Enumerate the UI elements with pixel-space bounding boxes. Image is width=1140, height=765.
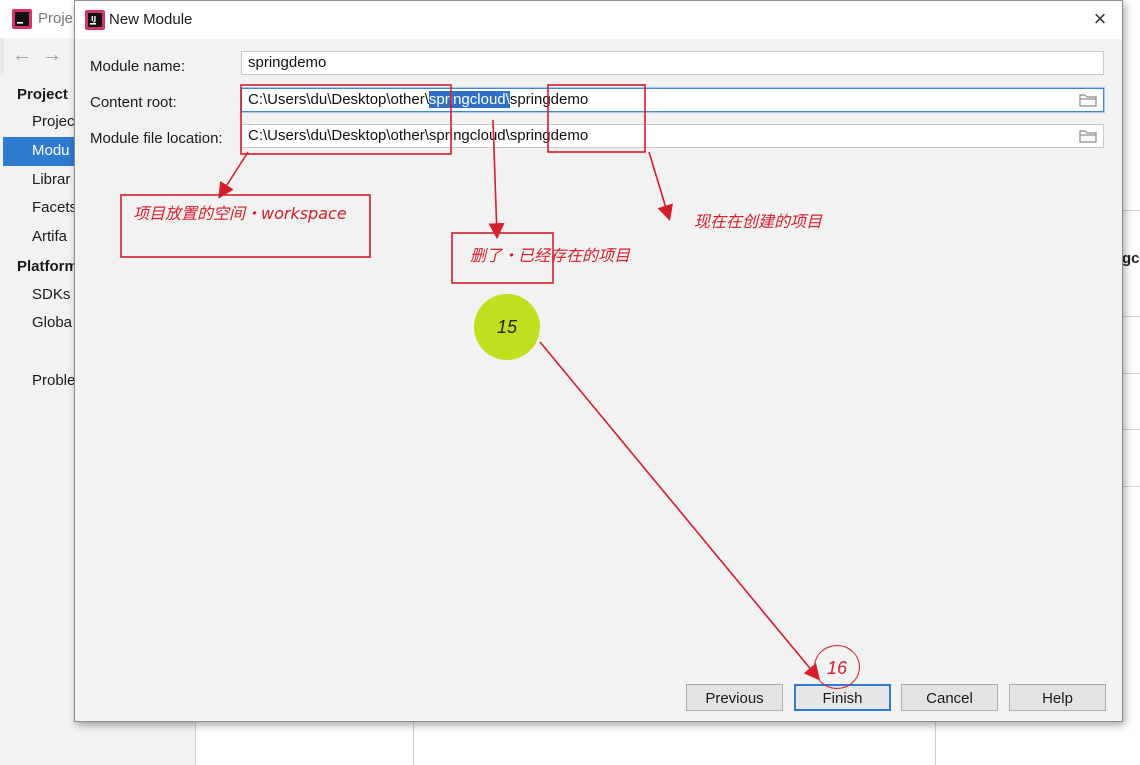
help-button[interactable]: Help (1009, 684, 1106, 711)
divider (935, 722, 936, 765)
divider (1121, 486, 1140, 487)
content-root-selected-text: springcloud\ (428, 91, 510, 108)
sidebar-header-project-settings: Project (17, 86, 68, 103)
content-root-prefix: C:\Users\du\Desktop\other\ (248, 91, 429, 108)
content-root-label: Content root: (90, 94, 177, 111)
sidebar-item-modules[interactable]: Modu (32, 142, 70, 159)
module-name-label: Module name: (90, 58, 186, 75)
bg-right-text: gc (1122, 250, 1140, 267)
dialog-title: New Module (109, 11, 193, 28)
close-icon[interactable]: × (1089, 8, 1111, 31)
sidebar-item-libraries[interactable]: Librar (32, 171, 70, 188)
module-name-value: springdemo (248, 54, 327, 71)
module-file-location-label: Module file location: (90, 130, 223, 147)
content-root-suffix: springdemo (509, 91, 589, 108)
dialog-title-bar: IJ New Module × (75, 1, 1122, 39)
cancel-button[interactable]: Cancel (901, 684, 998, 711)
module-name-input[interactable]: springdemo (241, 51, 1104, 75)
sidebar-item-problems[interactable]: Proble (32, 372, 75, 389)
sidebar-item-sdks[interactable]: SDKs (32, 286, 70, 303)
divider (1121, 316, 1140, 317)
bg-bottom-area (195, 722, 1140, 765)
folder-icon[interactable] (1079, 128, 1097, 144)
divider (1121, 373, 1140, 374)
divider (1121, 429, 1140, 430)
sidebar-item-artifacts[interactable]: Artifa (32, 228, 67, 245)
new-module-dialog: IJ New Module × Module name: springdemo … (74, 0, 1123, 722)
svg-text:IJ: IJ (91, 15, 96, 23)
folder-icon[interactable] (1079, 92, 1097, 108)
divider (195, 722, 196, 765)
step-16-marker: 16 (814, 645, 860, 689)
annotation-workspace-note: 项目放置的空间・workspace (133, 204, 347, 223)
module-file-location-input[interactable]: C:\Users\du\Desktop\other\springcloud\sp… (241, 124, 1104, 148)
step-15-marker: 15 (474, 294, 540, 360)
nav-arrows[interactable]: ←→ (12, 44, 72, 67)
back-arrow-icon[interactable]: ← (12, 44, 42, 66)
annotation-delete-note: 删了・已经存在的项目 (470, 246, 631, 265)
annotation-current-project-note: 现在在创建的项目 (694, 212, 823, 231)
module-file-location-value: C:\Users\du\Desktop\other\springcloud\sp… (248, 127, 589, 144)
bg-right-panel (1120, 38, 1140, 765)
content-root-input[interactable]: C:\Users\du\Desktop\other\springcloud\sp… (241, 88, 1104, 112)
bg-window-title: Proje (38, 10, 74, 27)
sidebar-item-facets[interactable]: Facets (32, 199, 77, 216)
intellij-logo-icon: IJ (85, 10, 105, 30)
sidebar-item-project[interactable]: Projec (32, 113, 75, 130)
previous-button[interactable]: Previous (686, 684, 783, 711)
sidebar-item-global-libraries[interactable]: Globa (32, 314, 72, 331)
divider (413, 722, 414, 765)
forward-arrow-icon[interactable]: → (42, 44, 72, 66)
divider (1121, 210, 1140, 211)
intellij-logo-icon (12, 9, 32, 29)
sidebar-header-platform: Platform (17, 258, 78, 275)
